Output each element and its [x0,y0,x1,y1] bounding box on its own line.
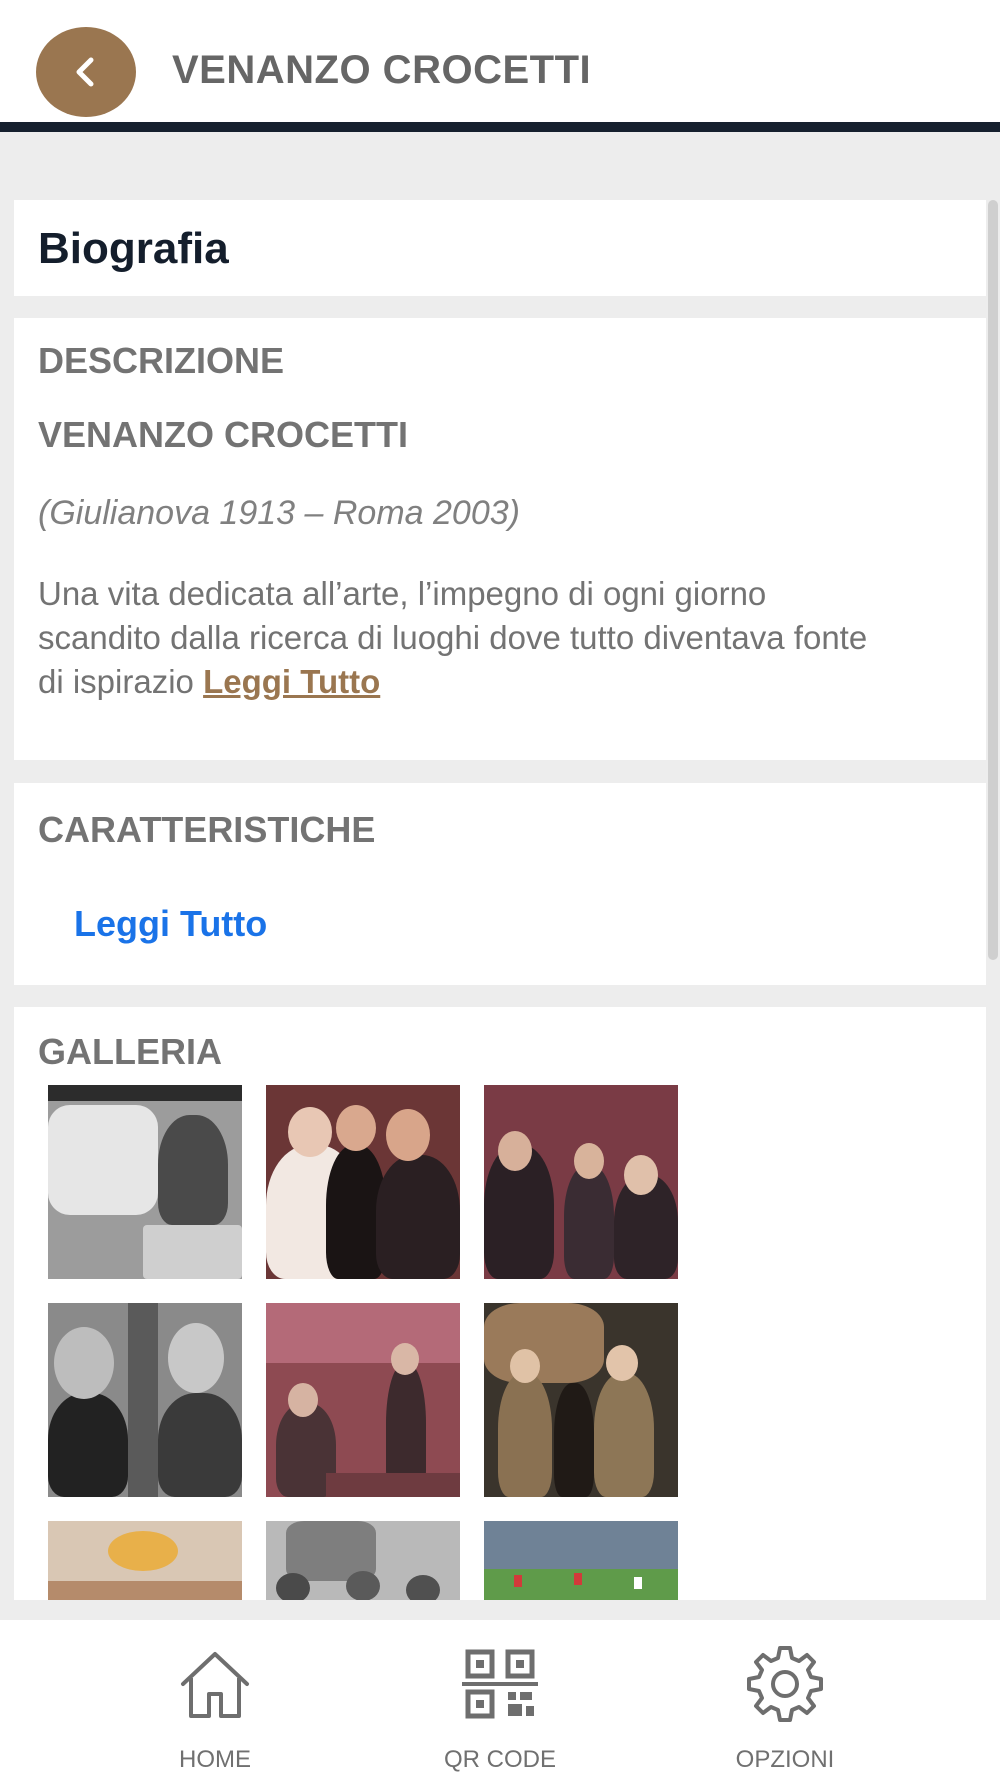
back-button[interactable] [36,27,136,117]
men-in-coats-statue-photo[interactable] [484,1303,678,1497]
nav-qr-code[interactable]: QR CODE [380,1620,620,1778]
nav-home[interactable]: HOME [95,1620,335,1778]
biography-card: Biografia [14,200,986,296]
gear-icon [747,1646,823,1722]
nav-qr-code-label: QR CODE [443,1746,556,1773]
qr-code-icon [462,1649,538,1719]
characteristics-label: CARATTERISTICHE [38,809,376,850]
reception-crowd-photo[interactable] [484,1085,678,1279]
characteristics-card: CARATTERISTICHE Leggi Tutto [14,783,986,985]
artist-name: VENANZO CROCETTI [38,414,409,455]
characteristics-read-more-link[interactable]: Leggi Tutto [74,903,267,945]
app-header: VENANZO CROCETTI [0,0,1000,132]
gallery-label: GALLERIA [38,1031,222,1072]
biography-heading: Biografia [38,224,229,273]
scrollbar[interactable] [988,200,998,960]
read-more-link[interactable]: Leggi Tutto [203,663,380,700]
gallery-card: GALLERIA [14,1007,986,1600]
nav-options-label: OPZIONI [735,1746,835,1773]
description-text: Una vita dedicata all’arte, l’impegno di… [38,572,868,704]
two-men-conversation-photo[interactable] [48,1303,242,1497]
pope-handshake-photo[interactable] [266,1085,460,1279]
chevron-left-icon [76,57,94,87]
landscape-flags-photo[interactable] [484,1521,678,1600]
home-icon [181,1652,249,1718]
page-title: VENANZO CROCETTI [172,48,592,92]
nav-options[interactable]: OPZIONI [665,1620,905,1778]
description-card: DESCRIZIONE VENANZO CROCETTI (Giulianova… [14,318,986,760]
chandelier-hall-photo[interactable] [48,1521,242,1600]
artist-dates: (Giulianova 1913 – Roma 2003) [38,494,520,532]
bottom-navigation: HOME QR CODE OPZIONI [0,1620,1000,1778]
formal-hall-seated-photo[interactable] [266,1303,460,1497]
nav-home-label: HOME [179,1746,251,1773]
description-body: Una vita dedicata all’arte, l’impegno di… [38,575,868,700]
sculptor-at-work-photo[interactable] [48,1085,242,1279]
group-outdoors-photo[interactable] [266,1521,460,1600]
description-label: DESCRIZIONE [38,340,285,381]
